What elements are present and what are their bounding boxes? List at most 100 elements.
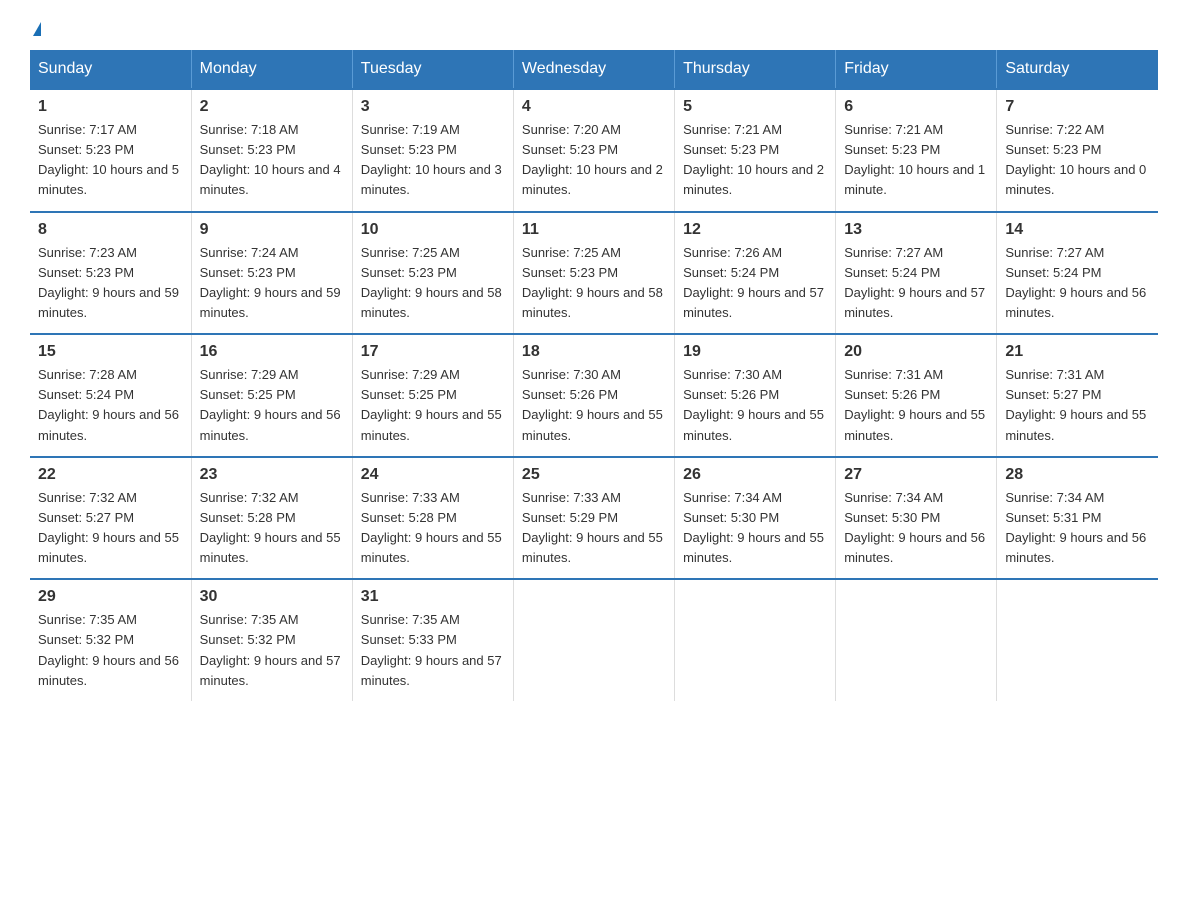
day-info: Sunrise: 7:34 AMSunset: 5:30 PMDaylight:… [683, 488, 827, 569]
calendar-cell: 19 Sunrise: 7:30 AMSunset: 5:26 PMDayligh… [675, 334, 836, 457]
day-info: Sunrise: 7:19 AMSunset: 5:23 PMDaylight:… [361, 120, 505, 201]
logo-line1 [30, 20, 41, 34]
calendar-table: SundayMondayTuesdayWednesdayThursdayFrid… [30, 50, 1158, 701]
day-number: 13 [844, 221, 988, 239]
calendar-cell: 5 Sunrise: 7:21 AMSunset: 5:23 PMDaylight… [675, 89, 836, 212]
calendar-cell: 28 Sunrise: 7:34 AMSunset: 5:31 PMDayligh… [997, 457, 1158, 580]
calendar-cell: 16 Sunrise: 7:29 AMSunset: 5:25 PMDayligh… [191, 334, 352, 457]
day-number: 7 [1005, 98, 1150, 116]
logo [30, 20, 41, 34]
day-info: Sunrise: 7:34 AMSunset: 5:30 PMDaylight:… [844, 488, 988, 569]
day-info: Sunrise: 7:25 AMSunset: 5:23 PMDaylight:… [522, 243, 666, 324]
day-info: Sunrise: 7:32 AMSunset: 5:28 PMDaylight:… [200, 488, 344, 569]
day-number: 26 [683, 466, 827, 484]
day-number: 4 [522, 98, 666, 116]
day-number: 23 [200, 466, 344, 484]
day-number: 27 [844, 466, 988, 484]
day-info: Sunrise: 7:33 AMSunset: 5:28 PMDaylight:… [361, 488, 505, 569]
day-number: 14 [1005, 221, 1150, 239]
calendar-cell: 2 Sunrise: 7:18 AMSunset: 5:23 PMDaylight… [191, 89, 352, 212]
day-info: Sunrise: 7:17 AMSunset: 5:23 PMDaylight:… [38, 120, 183, 201]
day-number: 12 [683, 221, 827, 239]
day-number: 22 [38, 466, 183, 484]
calendar-cell: 25 Sunrise: 7:33 AMSunset: 5:29 PMDayligh… [513, 457, 674, 580]
day-info: Sunrise: 7:29 AMSunset: 5:25 PMDaylight:… [200, 365, 344, 446]
calendar-cell [836, 579, 997, 701]
calendar-cell: 3 Sunrise: 7:19 AMSunset: 5:23 PMDaylight… [352, 89, 513, 212]
calendar-cell: 9Sunrise: 7:24 AMSunset: 5:23 PMDaylight… [191, 212, 352, 335]
day-number: 3 [361, 98, 505, 116]
day-number: 19 [683, 343, 827, 361]
day-info: Sunrise: 7:28 AMSunset: 5:24 PMDaylight:… [38, 365, 183, 446]
calendar-cell: 23 Sunrise: 7:32 AMSunset: 5:28 PMDayligh… [191, 457, 352, 580]
calendar-cell: 13Sunrise: 7:27 AMSunset: 5:24 PMDayligh… [836, 212, 997, 335]
day-info: Sunrise: 7:29 AMSunset: 5:25 PMDaylight:… [361, 365, 505, 446]
calendar-week-row: 8 Sunrise: 7:23 AMSunset: 5:23 PMDaylight… [30, 212, 1158, 335]
day-info: Sunrise: 7:33 AMSunset: 5:29 PMDaylight:… [522, 488, 666, 569]
calendar-cell [997, 579, 1158, 701]
day-number: 16 [200, 343, 344, 361]
day-info: Sunrise: 7:35 AMSunset: 5:32 PMDaylight:… [38, 610, 183, 691]
calendar-cell: 24 Sunrise: 7:33 AMSunset: 5:28 PMDayligh… [352, 457, 513, 580]
col-header-sunday: Sunday [30, 50, 191, 89]
day-info: Sunrise: 7:21 AMSunset: 5:23 PMDaylight:… [844, 120, 988, 201]
day-info: Sunrise: 7:35 AMSunset: 5:32 PMDaylight:… [200, 610, 344, 691]
day-info: Sunrise: 7:31 AMSunset: 5:27 PMDaylight:… [1005, 365, 1150, 446]
calendar-cell: 26 Sunrise: 7:34 AMSunset: 5:30 PMDayligh… [675, 457, 836, 580]
calendar-cell: 21 Sunrise: 7:31 AMSunset: 5:27 PMDayligh… [997, 334, 1158, 457]
calendar-week-row: 29Sunrise: 7:35 AMSunset: 5:32 PMDayligh… [30, 579, 1158, 701]
calendar-cell: 11 Sunrise: 7:25 AMSunset: 5:23 PMDayligh… [513, 212, 674, 335]
col-header-saturday: Saturday [997, 50, 1158, 89]
day-info: Sunrise: 7:26 AMSunset: 5:24 PMDaylight:… [683, 243, 827, 324]
day-info: Sunrise: 7:34 AMSunset: 5:31 PMDaylight:… [1005, 488, 1150, 569]
day-number: 9 [200, 221, 344, 239]
day-number: 24 [361, 466, 505, 484]
calendar-cell: 12 Sunrise: 7:26 AMSunset: 5:24 PMDayligh… [675, 212, 836, 335]
day-number: 18 [522, 343, 666, 361]
calendar-cell: 8 Sunrise: 7:23 AMSunset: 5:23 PMDaylight… [30, 212, 191, 335]
calendar-cell: 15Sunrise: 7:28 AMSunset: 5:24 PMDayligh… [30, 334, 191, 457]
day-number: 25 [522, 466, 666, 484]
calendar-cell [513, 579, 674, 701]
day-number: 28 [1005, 466, 1150, 484]
day-number: 10 [361, 221, 505, 239]
calendar-cell: 17Sunrise: 7:29 AMSunset: 5:25 PMDayligh… [352, 334, 513, 457]
calendar-cell: 27 Sunrise: 7:34 AMSunset: 5:30 PMDayligh… [836, 457, 997, 580]
col-header-thursday: Thursday [675, 50, 836, 89]
calendar-header-row: SundayMondayTuesdayWednesdayThursdayFrid… [30, 50, 1158, 89]
day-info: Sunrise: 7:35 AMSunset: 5:33 PMDaylight:… [361, 610, 505, 691]
col-header-tuesday: Tuesday [352, 50, 513, 89]
calendar-cell: 18Sunrise: 7:30 AMSunset: 5:26 PMDayligh… [513, 334, 674, 457]
day-info: Sunrise: 7:27 AMSunset: 5:24 PMDaylight:… [1005, 243, 1150, 324]
calendar-cell: 1 Sunrise: 7:17 AMSunset: 5:23 PMDaylight… [30, 89, 191, 212]
calendar-cell: 7 Sunrise: 7:22 AMSunset: 5:23 PMDaylight… [997, 89, 1158, 212]
day-number: 31 [361, 588, 505, 606]
day-info: Sunrise: 7:25 AMSunset: 5:23 PMDaylight:… [361, 243, 505, 324]
day-info: Sunrise: 7:18 AMSunset: 5:23 PMDaylight:… [200, 120, 344, 201]
calendar-cell: 20Sunrise: 7:31 AMSunset: 5:26 PMDayligh… [836, 334, 997, 457]
day-info: Sunrise: 7:32 AMSunset: 5:27 PMDaylight:… [38, 488, 183, 569]
calendar-cell: 14 Sunrise: 7:27 AMSunset: 5:24 PMDayligh… [997, 212, 1158, 335]
calendar-cell: 29Sunrise: 7:35 AMSunset: 5:32 PMDayligh… [30, 579, 191, 701]
day-number: 2 [200, 98, 344, 116]
day-info: Sunrise: 7:20 AMSunset: 5:23 PMDaylight:… [522, 120, 666, 201]
day-info: Sunrise: 7:22 AMSunset: 5:23 PMDaylight:… [1005, 120, 1150, 201]
day-number: 8 [38, 221, 183, 239]
calendar-week-row: 22 Sunrise: 7:32 AMSunset: 5:27 PMDayligh… [30, 457, 1158, 580]
col-header-monday: Monday [191, 50, 352, 89]
day-number: 1 [38, 98, 183, 116]
day-number: 6 [844, 98, 988, 116]
day-info: Sunrise: 7:30 AMSunset: 5:26 PMDaylight:… [683, 365, 827, 446]
day-info: Sunrise: 7:23 AMSunset: 5:23 PMDaylight:… [38, 243, 183, 324]
calendar-cell: 4 Sunrise: 7:20 AMSunset: 5:23 PMDaylight… [513, 89, 674, 212]
calendar-week-row: 1 Sunrise: 7:17 AMSunset: 5:23 PMDaylight… [30, 89, 1158, 212]
calendar-cell: 31 Sunrise: 7:35 AMSunset: 5:33 PMDayligh… [352, 579, 513, 701]
day-number: 21 [1005, 343, 1150, 361]
calendar-cell: 30Sunrise: 7:35 AMSunset: 5:32 PMDayligh… [191, 579, 352, 701]
day-number: 11 [522, 221, 666, 239]
calendar-week-row: 15Sunrise: 7:28 AMSunset: 5:24 PMDayligh… [30, 334, 1158, 457]
day-info: Sunrise: 7:21 AMSunset: 5:23 PMDaylight:… [683, 120, 827, 201]
page-header [30, 20, 1158, 34]
day-number: 20 [844, 343, 988, 361]
day-number: 5 [683, 98, 827, 116]
